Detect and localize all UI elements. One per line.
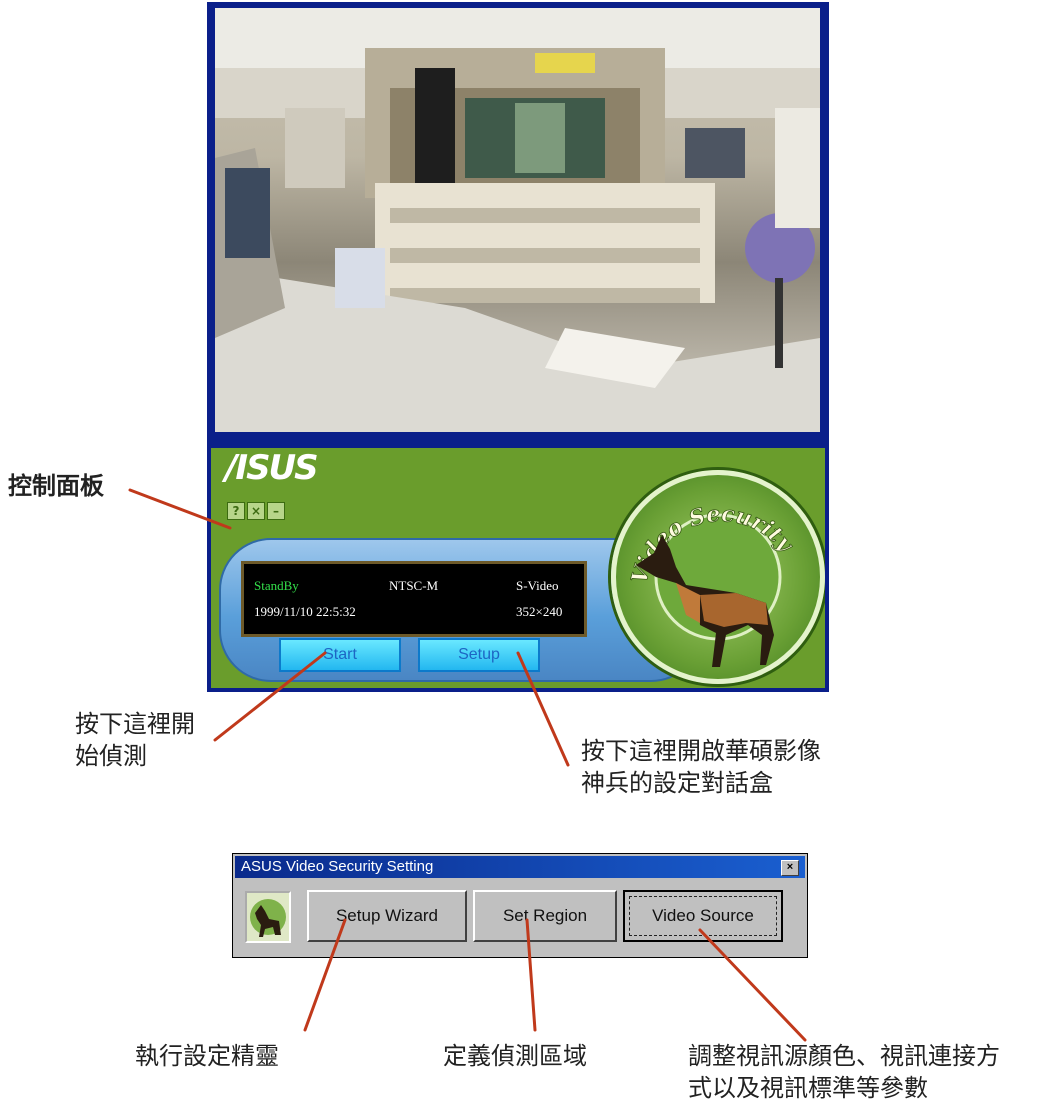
callout-line-region xyxy=(525,918,537,1032)
callout-line-panel xyxy=(128,488,232,530)
callout-line-setup xyxy=(516,651,570,767)
callout-lines xyxy=(128,488,807,1042)
callout-line-source xyxy=(698,928,807,1042)
callout-line-start xyxy=(213,651,327,742)
callout-line-wizard xyxy=(303,918,347,1032)
